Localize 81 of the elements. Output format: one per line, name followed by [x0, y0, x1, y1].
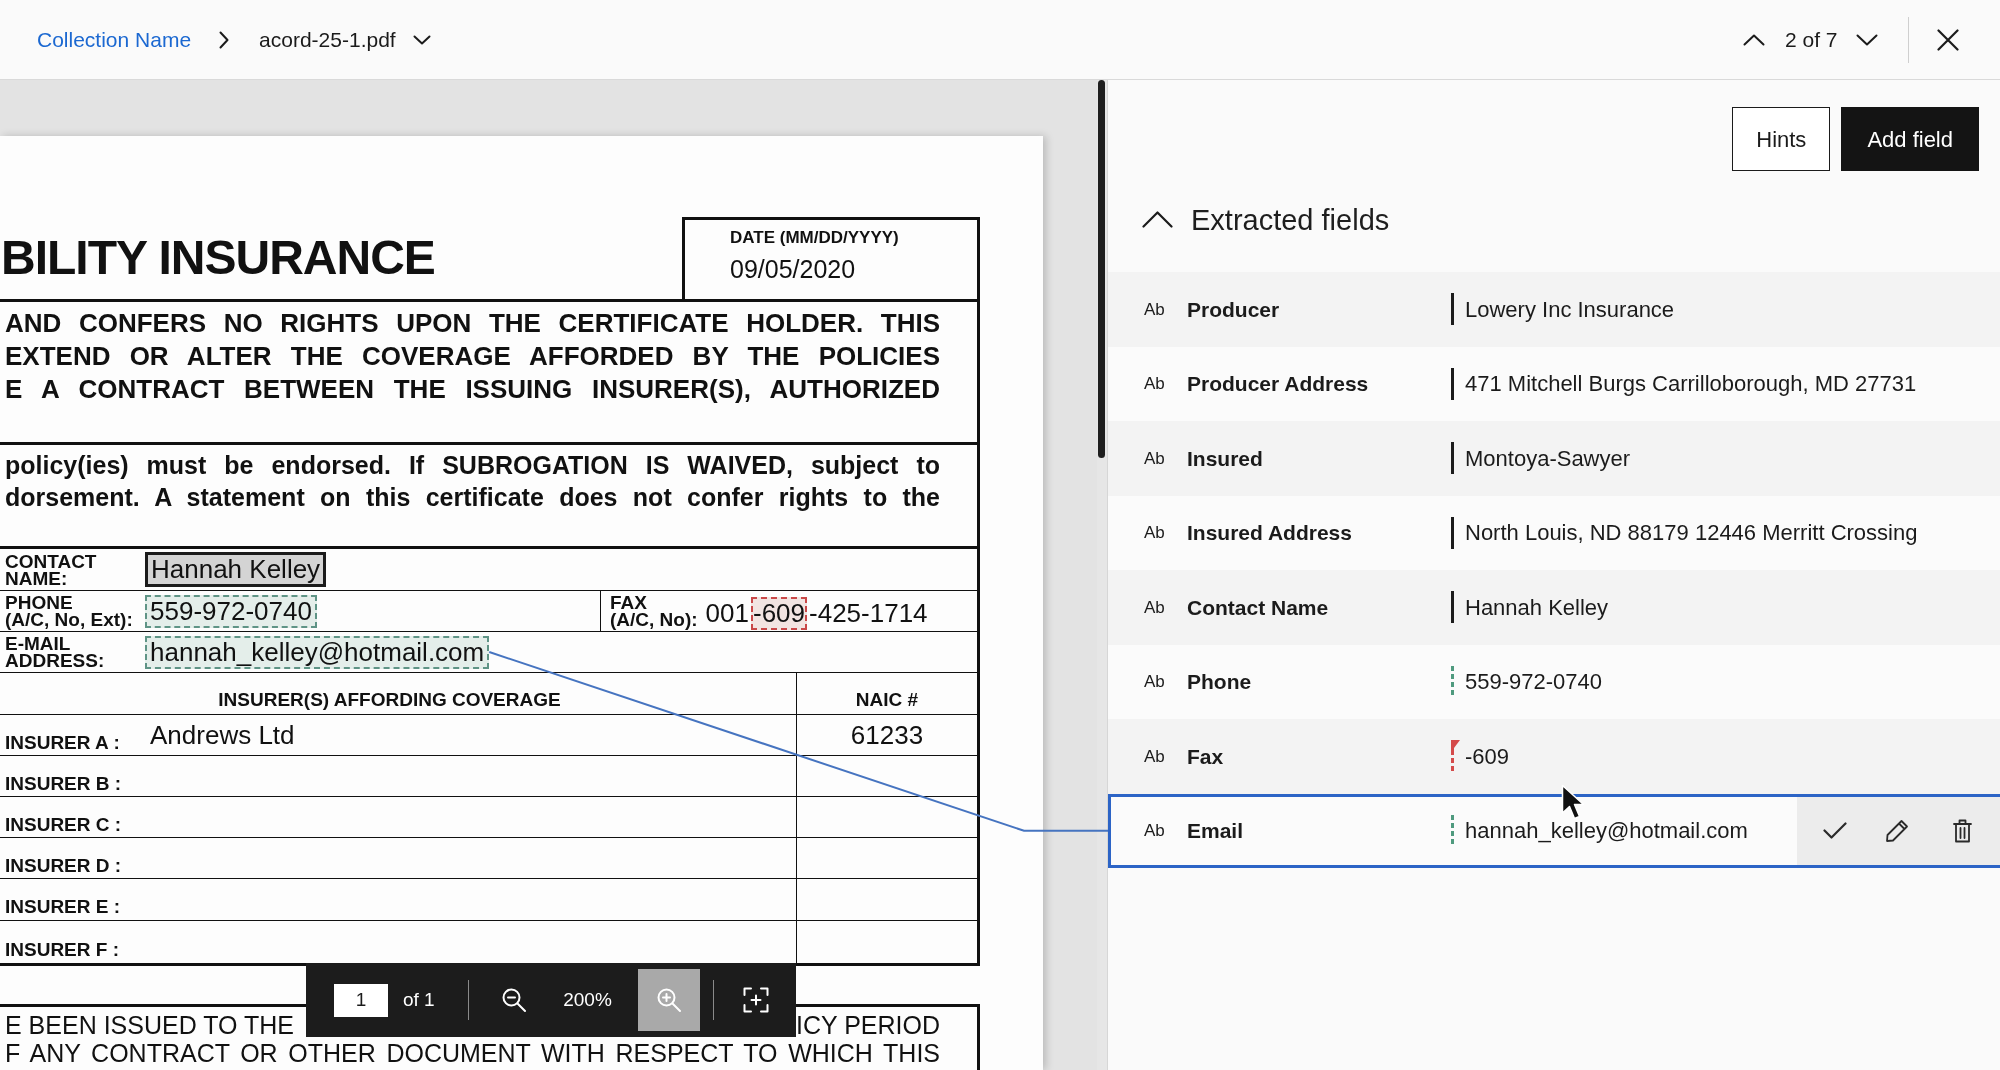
form-label: INSURER D :	[4, 853, 123, 878]
form-field-value: 559-972-0740	[145, 594, 317, 628]
chevron-up-icon	[1742, 33, 1765, 46]
field-value: Montoya-Sawyer	[1465, 444, 1631, 473]
form-title: BILITY INSURANCE	[0, 234, 436, 282]
date-label: DATE (MM/DD/YYYY)	[730, 227, 900, 249]
type-label: Ab	[1144, 596, 1166, 619]
form-text: F ANY CONTRACT OR OTHER DOCUMENT WITH RESPECT TO WHICH THIS	[5, 1039, 940, 1067]
chevron-down-icon	[412, 34, 431, 45]
cursor-icon	[1561, 784, 1585, 821]
form-label: INSURER C :	[4, 812, 123, 837]
type-label: Ab	[1144, 373, 1166, 395]
fax-number-text: 001	[704, 596, 750, 630]
notice-text: AND CONFERS NO RIGHTS UPON THE CERTIFICATE HOLDER. THIS EXTEND OR ALTER THE COVERAGE AFFORDED BY THE POLICIES E A CONTRACT BETWEEN THE ISSUING INSURER(S), AUTHORIZED	[0, 299, 980, 445]
page-count: of 1	[403, 987, 435, 1012]
chevron-down-icon	[1855, 33, 1878, 46]
check-icon	[1823, 822, 1847, 840]
type-label: Ab	[1144, 671, 1166, 693]
field-name: Producer	[1187, 296, 1281, 323]
add-field-button[interactable]: Add field	[1841, 107, 1979, 171]
field-name: Contact Name	[1187, 594, 1330, 621]
form-label: INSURER A :	[4, 730, 121, 755]
date-value: 09/05/2020	[730, 254, 857, 285]
field-value: Hannah Kelley	[1465, 593, 1609, 622]
pager-text: 2 of 7	[1784, 26, 1838, 53]
field-value: 559-972-0740	[1465, 668, 1602, 697]
zoom-level: 200%	[563, 987, 612, 1012]
notice-text: policy(ies) must be endorsed. If SUBROGATION IS WAIVED, subject to dorsement. A statement on this certificate does not confer rights to the	[0, 445, 980, 549]
form-label: CONTACT NAME:	[4, 549, 98, 590]
field-row[interactable]: Ab Producer Lowery Inc Insurance	[1108, 272, 2000, 347]
chevron-up-icon	[1142, 211, 1173, 228]
frame-plus-icon	[743, 987, 770, 1013]
close-icon	[1937, 28, 1959, 51]
field-row[interactable]: Ab Fax -609	[1108, 719, 2000, 794]
file-dropdown[interactable]: acord-25-1.pdf	[259, 23, 431, 56]
chevron-right-icon	[219, 30, 230, 49]
field-row[interactable]: Ab Contact Name Hannah Kelley	[1108, 570, 2000, 645]
type-label: Ab	[1144, 298, 1166, 321]
form-text: ICY PERIOD	[795, 1011, 940, 1039]
field-row[interactable]: Ab Insured Montoya-Sawyer	[1108, 421, 2000, 496]
fax-number-text: -425-1714	[808, 596, 929, 630]
field-name: Phone	[1187, 669, 1253, 695]
zoom-in-icon	[655, 987, 682, 1013]
trash-icon	[1953, 818, 1972, 843]
column-header: INSURER(S) AFFORDING COVERAGE	[218, 688, 561, 713]
breadcrumb-link[interactable]: Collection Name	[37, 23, 192, 56]
form-field-value: hannah_kelley@hotmail.com	[145, 635, 490, 669]
field-name: Producer Address	[1187, 371, 1370, 397]
fit-button[interactable]	[741, 985, 772, 1015]
field-value: Lowery Inc Insurance	[1465, 295, 1675, 324]
form-label: INSURER B :	[4, 771, 123, 796]
form-label: E-MAIL ADDRESS:	[4, 632, 106, 672]
field-value: 471 Mitchell Burgs Carrilloborough, MD 27731	[1465, 370, 1917, 399]
field-name: Email	[1187, 818, 1245, 844]
form-label: INSURER F :	[4, 937, 120, 962]
table-cell: 61233	[850, 720, 924, 750]
form-label: FAX (A/C, No):	[610, 594, 698, 628]
zoom-out-icon	[501, 987, 528, 1013]
column-header: NAIC #	[855, 688, 919, 713]
form-label: PHONE (A/C, No, Ext):	[4, 591, 134, 631]
field-name: Insured Address	[1187, 520, 1353, 546]
field-value: North Louis, ND 88179 12446 Merritt Crossing	[1465, 519, 1918, 548]
field-row[interactable]: Ab Email hannah_kelley@hotmail.com	[1108, 793, 2000, 868]
form-field-value: Hannah Kelley	[145, 552, 327, 587]
field-value: -609	[1465, 742, 1510, 771]
section-title: Extracted fields	[1191, 203, 1390, 238]
field-value: hannah_kelley@hotmail.com	[1465, 817, 1748, 846]
type-label: Ab	[1144, 447, 1166, 470]
type-label: Ab	[1144, 820, 1166, 842]
form-label: INSURER E :	[4, 895, 122, 920]
form-text: E BEEN ISSUED TO THE	[5, 1011, 294, 1039]
type-label: Ab	[1144, 522, 1166, 544]
highlighted-text: -609	[751, 596, 808, 630]
table-cell: Andrews Ltd	[150, 720, 295, 750]
type-label: Ab	[1144, 745, 1166, 768]
page-input[interactable]: 1	[334, 983, 388, 1017]
field-name: Insured	[1187, 445, 1264, 472]
pencil-icon	[1885, 818, 1909, 843]
field-name: Fax	[1187, 743, 1225, 770]
scrollbar-thumb[interactable]	[1098, 80, 1105, 458]
hints-button[interactable]: Hints	[1732, 107, 1831, 171]
